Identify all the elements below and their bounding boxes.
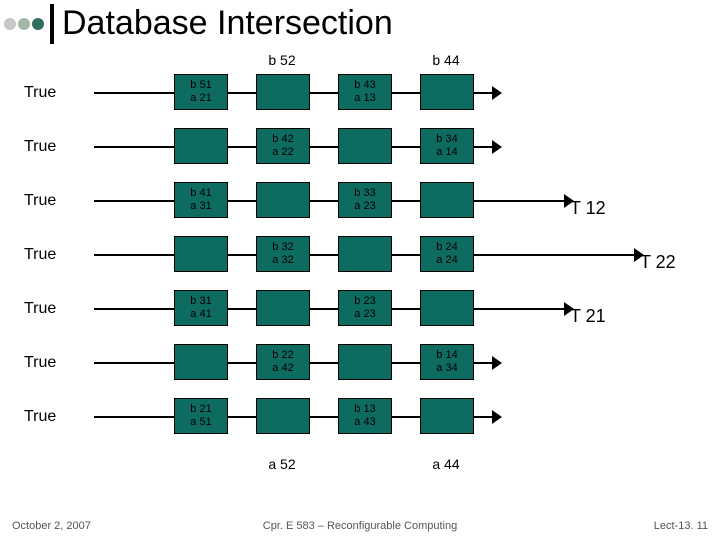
dot-icon [32,18,44,30]
dot-icon [18,18,30,30]
pipeline-row: True b 42a 22 b 34a 14 [24,124,684,178]
cell-line2: a 34 [421,362,473,375]
cell-line2: a 32 [257,254,309,267]
cell: b 21a 51 [174,398,228,434]
cell: b 51a 21 [174,74,228,110]
t-label-12: T 12 [570,198,606,219]
cell-line1: b 41 [175,187,227,200]
col-label-bottom-2: a 44 [420,456,472,472]
page-title: Database Intersection [62,4,393,43]
cell-line1: b 23 [339,295,391,308]
footer-course: Cpr. E 583 – Reconfigurable Computing [0,520,720,532]
cell-blank [338,128,392,164]
cell: b 33a 23 [338,182,392,218]
col-label-bottom-1: a 52 [256,456,308,472]
cell-line2: a 13 [339,92,391,105]
cell: b 23a 23 [338,290,392,326]
cell-blank [420,182,474,218]
accent-strip [0,4,54,44]
row-label: True [24,408,56,426]
cell-line1: b 43 [339,79,391,92]
cell-line2: a 23 [339,308,391,321]
cell-line2: a 22 [257,146,309,159]
pipeline-row: True b 22a 42 b 14a 34 [24,340,684,394]
cell-blank [256,74,310,110]
cell-blank [256,398,310,434]
arrow-line [94,200,564,202]
cell: b 41a 31 [174,182,228,218]
t-label-22: T 22 [640,252,676,273]
cell-line1: b 34 [421,133,473,146]
accent-dots [4,18,44,30]
pipeline-row: True b 32a 32 b 24a 24 [24,232,684,286]
cell-line2: a 43 [339,416,391,429]
cell-blank [256,290,310,326]
arrowhead-icon [492,86,502,100]
row-label: True [24,84,56,102]
vertical-bar-icon [50,4,54,44]
cell-blank [256,182,310,218]
col-label-top-2: b 44 [420,52,472,68]
cell-line1: b 31 [175,295,227,308]
pipeline-row: True b 51a 21 b 43a 13 [24,70,684,124]
arrowhead-icon [492,410,502,424]
cell: b 14a 34 [420,344,474,380]
cell-blank [174,236,228,272]
cell: b 22a 42 [256,344,310,380]
cell-blank [338,344,392,380]
cell: b 32a 32 [256,236,310,272]
cell: b 42a 22 [256,128,310,164]
cell: b 31a 41 [174,290,228,326]
cell-blank [420,398,474,434]
cell-line2: a 42 [257,362,309,375]
cell-line1: b 32 [257,241,309,254]
cell-blank [420,290,474,326]
row-label: True [24,300,56,318]
arrowhead-icon [492,356,502,370]
cell-line1: b 13 [339,403,391,416]
cell: b 34a 14 [420,128,474,164]
cell: b 24a 24 [420,236,474,272]
cell-line1: b 33 [339,187,391,200]
slide: Database Intersection b 52 b 44 True b 51… [0,0,720,540]
row-label: True [24,192,56,210]
arrow-line [94,308,564,310]
cell-line2: a 51 [175,416,227,429]
cell-line1: b 24 [421,241,473,254]
cell-blank [174,128,228,164]
cell-line1: b 51 [175,79,227,92]
cell-line1: b 21 [175,403,227,416]
cell-line2: a 23 [339,200,391,213]
cell-line2: a 31 [175,200,227,213]
row-label: True [24,354,56,372]
cell-line1: b 42 [257,133,309,146]
cell-line2: a 14 [421,146,473,159]
cell-blank [420,74,474,110]
pipeline-row: True b 21a 51 b 13a 43 [24,394,684,448]
cell-line2: a 24 [421,254,473,267]
cell-line1: b 14 [421,349,473,362]
col-label-top-1: b 52 [256,52,308,68]
cell-line2: a 21 [175,92,227,105]
dot-icon [4,18,16,30]
cell-line1: b 22 [257,349,309,362]
cell-blank [174,344,228,380]
cell-blank [338,236,392,272]
footer-page: Lect-13. 11 [654,520,708,532]
cell-line2: a 41 [175,308,227,321]
diagram: b 52 b 44 Trueb 51a 21b 43a 13Trueb 42a … [24,70,684,448]
cell: b 13a 43 [338,398,392,434]
arrowhead-icon [492,140,502,154]
cell: b 43a 13 [338,74,392,110]
row-label: True [24,246,56,264]
row-label: True [24,138,56,156]
t-label-21: T 21 [570,306,606,327]
